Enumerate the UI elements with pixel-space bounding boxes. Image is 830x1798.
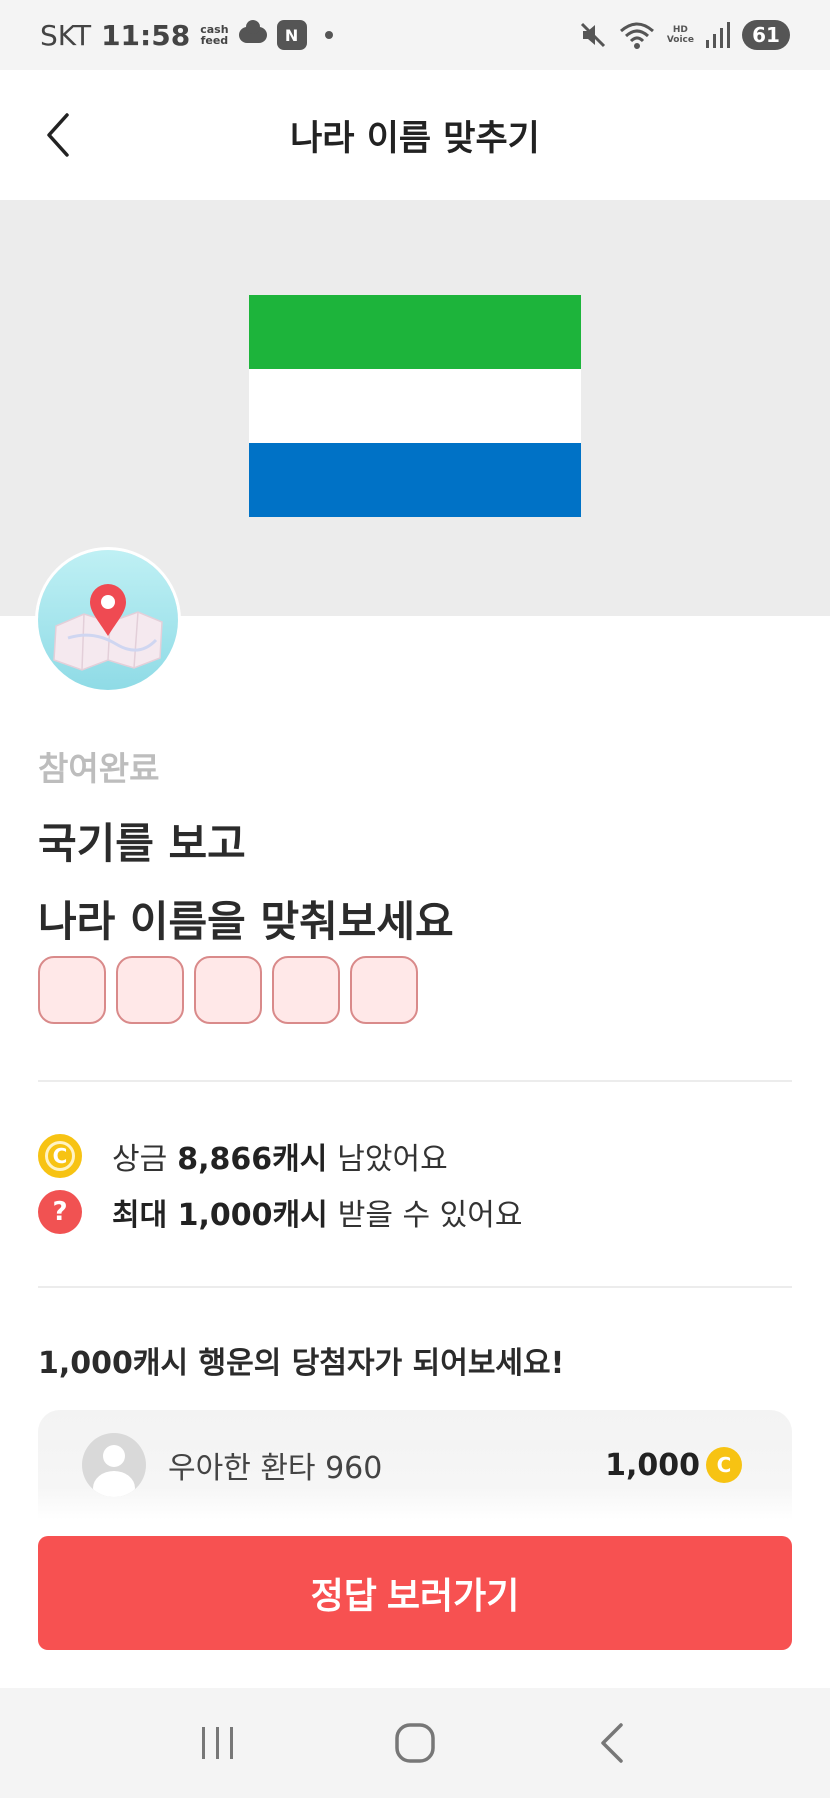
max-reward-row: ? 최대 1,000캐시 받을 수 있어요 [38,1190,522,1234]
chevron-left-icon [47,113,69,157]
coin-icon: C [38,1134,82,1178]
question-circle-icon: ? [38,1190,82,1234]
prize-suffix: 남았어요 [337,1142,448,1177]
see-answer-button[interactable]: 정답 보러가기 [38,1536,792,1650]
participation-status: 참여완료 [38,749,160,788]
notification-dot-icon [324,31,333,39]
quiz-question: 국기를 보고 나라 이름을 맞춰보세요 [38,805,454,961]
hd-voice-icon: HD Voice [667,25,694,45]
prize-prefix: 상금 [112,1142,168,1177]
divider [38,1286,792,1288]
back-icon [600,1723,623,1763]
question-line-2: 나라 이름을 맞춰보세요 [38,897,454,946]
home-button[interactable] [375,1713,455,1773]
coin-icon: C [706,1447,742,1483]
answer-box[interactable] [194,956,262,1024]
battery-indicator: 61 [742,20,790,50]
map-pin-icon [38,550,178,690]
carrier-label: SKT [40,18,92,52]
status-bar: SKT 11:58 cash feed N HD Voice 61 [0,0,830,70]
answer-boxes [38,956,418,1024]
coin-glyph: C [45,1141,75,1171]
n-app-icon: N [276,20,307,50]
status-left: SKT 11:58 cash feed N [40,19,333,52]
flag-stripe-green [249,295,581,369]
recent-apps-button[interactable] [178,1713,258,1773]
hd-label: HD [672,25,688,35]
voice-label: Voice [666,35,694,45]
answer-box[interactable] [350,956,418,1024]
country-flag [249,295,581,517]
prize-remaining-row: C 상금 8,866캐시 남았어요 [38,1134,448,1178]
mute-icon [579,21,607,49]
cashfeed-label-2: feed [200,34,229,47]
home-icon [395,1723,435,1763]
winner-name: 우아한 환타 960 [168,1451,383,1486]
back-button[interactable] [38,110,78,160]
page-title: 나라 이름 맞추기 [290,118,540,159]
wifi-icon [619,21,655,49]
answer-box[interactable] [272,956,340,1024]
battery-level: 61 [752,23,780,47]
n-badge-label: N [284,25,299,45]
max-amount: 최대 1,000캐시 [112,1198,328,1233]
question-line-1: 국기를 보고 [38,819,246,868]
answer-box[interactable] [116,956,184,1024]
winner-amount-value: 1,000 [605,1447,700,1483]
winner-card: 우아한 환타 960 1,000 C [38,1410,792,1520]
avatar [82,1433,146,1497]
max-suffix: 받을 수 있어요 [337,1198,523,1233]
cloud-icon [238,20,267,43]
lucky-winner-title: 1,000캐시 행운의 당첨자가 되어보세요! [38,1346,565,1381]
cashfeed-icon: cash feed [200,24,228,46]
status-right: HD Voice 61 [579,20,790,50]
flag-stripe-white [249,369,581,443]
divider [38,1080,792,1082]
recent-apps-icon [202,1727,234,1759]
system-nav-bar [0,1688,830,1798]
winner-amount: 1,000 C [605,1447,742,1483]
answer-box[interactable] [38,956,106,1024]
system-back-button[interactable] [572,1713,652,1773]
prize-amount: 8,866캐시 [177,1142,328,1177]
app-header: 나라 이름 맞추기 [0,70,830,200]
clock: 11:58 [101,18,191,52]
flag-stripe-blue [249,443,581,517]
signal-icon [706,22,730,48]
